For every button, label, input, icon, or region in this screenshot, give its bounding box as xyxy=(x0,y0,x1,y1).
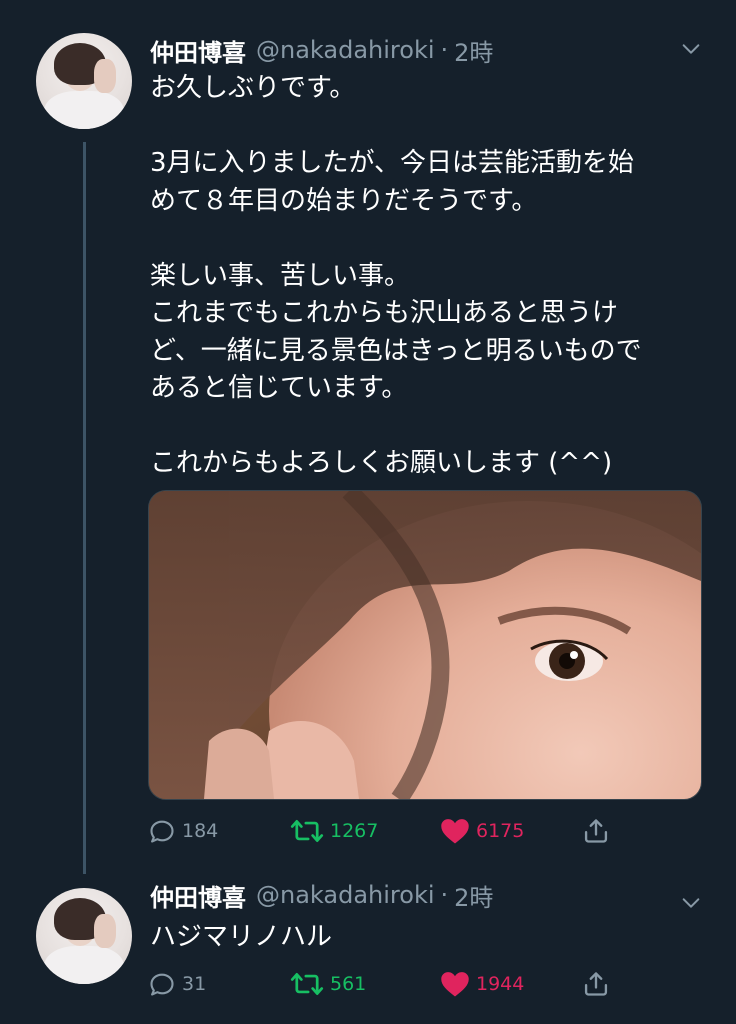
share-button[interactable] xyxy=(582,815,616,847)
tweet-text-line: これまでもこれからも沢山あると思うけ xyxy=(150,298,619,328)
heart-icon xyxy=(441,819,469,844)
author-name[interactable]: 仲田博喜 xyxy=(150,33,246,68)
avatar[interactable] xyxy=(36,888,132,984)
tweet-text-line xyxy=(150,108,710,146)
reply-icon xyxy=(150,973,174,996)
retweet-icon xyxy=(290,973,324,995)
tweet-actions: 31 561 1944 xyxy=(148,968,618,1000)
separator: · xyxy=(440,881,449,909)
chevron-down-icon[interactable] xyxy=(680,892,702,914)
tweet-header: 仲田博喜 @nakadahiroki · 2時 xyxy=(150,32,493,68)
tweet-text-line: ど、一緒に見る景色はきっと明るいもので xyxy=(150,335,642,366)
tweet[interactable]: 仲田博喜 @nakadahiroki · 2時 ハジマリノハル 31 561 1… xyxy=(0,872,736,1024)
chevron-down-icon[interactable] xyxy=(680,38,702,60)
tweet-text-line: これからもよろしくお願いします (^^) xyxy=(150,448,613,478)
heart-icon xyxy=(441,972,469,997)
tweet-header: 仲田博喜 @nakadahiroki · 2時 xyxy=(150,877,493,913)
tweet-text-line: 3月に入りましたが、今日は芸能活動を始 xyxy=(150,148,635,178)
tweet-text-line xyxy=(150,408,710,446)
tweet[interactable]: 仲田博喜 @nakadahiroki · 2時 お久しぶりです。 3月に入りまし… xyxy=(0,0,736,874)
timestamp[interactable]: 2時 xyxy=(454,878,493,913)
tweet-actions: 184 1267 6175 xyxy=(148,815,618,847)
tweet-photo[interactable] xyxy=(148,490,702,800)
retweet-count: 561 xyxy=(330,973,367,995)
retweet-icon xyxy=(290,820,324,842)
tweet-text: ハジマリノハル xyxy=(150,919,710,957)
tweet-text: お久しぶりです。 3月に入りましたが、今日は芸能活動を始 めて８年目の始まりだそ… xyxy=(150,70,710,483)
retweet-count: 1267 xyxy=(330,820,379,842)
author-name[interactable]: 仲田博喜 xyxy=(150,878,246,913)
author-handle[interactable]: @nakadahiroki xyxy=(256,36,435,64)
tweet-text-line xyxy=(150,220,710,258)
share-icon xyxy=(584,972,608,996)
separator: · xyxy=(440,36,449,64)
avatar[interactable] xyxy=(36,33,132,129)
timestamp[interactable]: 2時 xyxy=(454,33,493,68)
retweet-button[interactable]: 1267 xyxy=(290,815,378,847)
reply-count: 184 xyxy=(182,820,219,842)
reply-icon xyxy=(150,820,174,843)
tweet-text-line: お久しぶりです。 xyxy=(150,73,356,103)
author-handle[interactable]: @nakadahiroki xyxy=(256,881,435,909)
like-button[interactable]: 6175 xyxy=(440,815,524,847)
share-button[interactable] xyxy=(582,968,616,1000)
like-count: 6175 xyxy=(476,820,525,842)
reply-button[interactable]: 184 xyxy=(148,815,218,847)
tweet-text-line: ハジマリノハル xyxy=(150,922,333,952)
like-count: 1944 xyxy=(476,973,525,995)
tweet-text-line: めて８年目の始まりだそうです。 xyxy=(150,185,538,216)
retweet-button[interactable]: 561 xyxy=(290,968,366,1000)
reply-count: 31 xyxy=(182,973,207,995)
thread-line xyxy=(83,142,86,874)
tweet-text-line: 楽しい事、苦しい事。 xyxy=(150,260,411,291)
reply-button[interactable]: 31 xyxy=(148,968,206,1000)
share-icon xyxy=(584,819,608,843)
tweet-text-line: あると信じています。 xyxy=(150,373,408,403)
photo-portrait xyxy=(149,491,701,799)
like-button[interactable]: 1944 xyxy=(440,968,524,1000)
